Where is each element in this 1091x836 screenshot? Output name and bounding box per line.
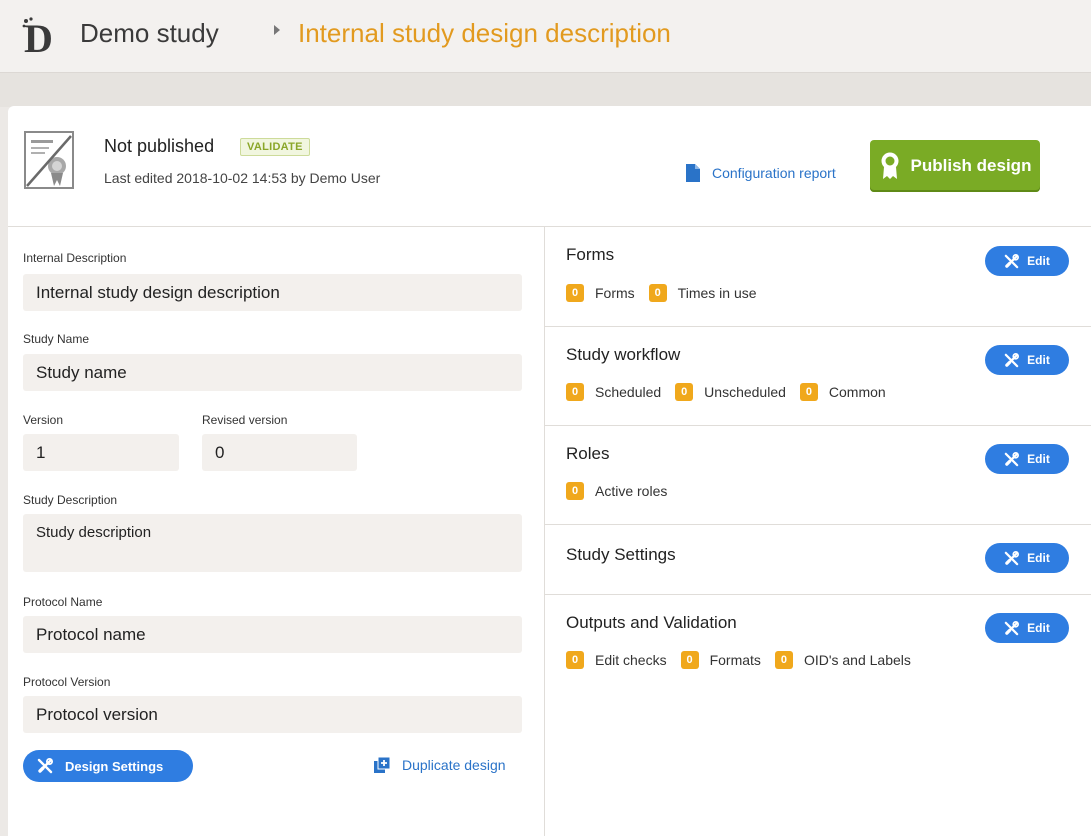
internal-description-field[interactable]: Internal study design description — [23, 274, 522, 311]
version-label: Version — [23, 413, 64, 427]
roles-stats: 0 Active roles — [566, 482, 681, 500]
active-roles-count-badge: 0 — [566, 482, 584, 500]
design-settings-button[interactable]: Design Settings — [23, 750, 193, 782]
edit-label: Edit — [1027, 254, 1050, 268]
forms-stats: 0 Forms 0 Times in use — [566, 284, 771, 302]
forms-section-title: Forms — [566, 245, 615, 264]
page-title: Internal study design description — [298, 18, 671, 48]
duplicate-design-label: Duplicate design — [402, 757, 506, 773]
award-ribbon-icon — [881, 152, 899, 179]
unscheduled-count-badge: 0 — [675, 383, 694, 401]
validate-button[interactable]: VALIDATE — [240, 138, 310, 156]
edit-label: Edit — [1027, 551, 1050, 565]
study-description-label: Study Description — [23, 493, 118, 507]
roles-section: Roles Edit 0 Active roles — [545, 426, 1091, 525]
version-field[interactable]: 1 — [23, 434, 179, 471]
outputs-stats: 0 Edit checks 0 Formats 0 OID's and Labe… — [566, 651, 925, 669]
workflow-stats: 0 Scheduled 0 Unscheduled 0 Common — [566, 383, 900, 401]
times-in-use-label: Times in use — [677, 285, 757, 301]
roles-edit-button[interactable]: Edit — [985, 444, 1069, 474]
document-icon — [686, 164, 700, 182]
common-label: Common — [828, 384, 886, 400]
edit-label: Edit — [1027, 621, 1050, 635]
edit-checks-label: Edit checks — [595, 652, 667, 668]
workflow-edit-button[interactable]: Edit — [985, 345, 1069, 375]
top-header: D Demo study Internal study design descr… — [0, 0, 1091, 73]
svg-text:D: D — [24, 16, 53, 58]
publish-status: Not published — [104, 136, 215, 156]
protocol-version-field[interactable]: Protocol version — [23, 696, 522, 733]
revised-version-label: Revised version — [202, 413, 288, 427]
design-details-form: Internal Description Internal study desi… — [8, 227, 544, 836]
configuration-report-label: Configuration report — [712, 165, 836, 181]
scheduled-count-badge: 0 — [566, 383, 584, 401]
formats-count-badge: 0 — [680, 651, 699, 669]
forms-edit-button[interactable]: Edit — [985, 246, 1069, 276]
forms-count-badge: 0 — [566, 284, 584, 302]
breadcrumb-chevron-icon — [274, 25, 280, 35]
unscheduled-label: Unscheduled — [704, 384, 786, 400]
design-card: Not published VALIDATE Last edited 2018-… — [8, 106, 1091, 836]
study-name-field[interactable]: Study name — [23, 354, 522, 391]
workflow-section-title: Study workflow — [566, 345, 681, 364]
outputs-edit-button[interactable]: Edit — [985, 613, 1069, 643]
tools-icon — [1004, 620, 1020, 635]
protocol-name-label: Protocol Name — [23, 595, 103, 609]
study-name-label: Study Name — [23, 332, 90, 346]
publish-design-button[interactable]: Publish design — [870, 140, 1040, 192]
common-count-badge: 0 — [799, 383, 818, 401]
tools-icon — [1004, 253, 1020, 268]
oids-labels-count-badge: 0 — [774, 651, 793, 669]
tools-icon — [37, 758, 53, 774]
revised-version-field[interactable]: 0 — [202, 434, 357, 471]
outputs-section-title: Outputs and Validation — [566, 613, 737, 632]
workflow-section: Study workflow Edit 0 Scheduled 0 Unsche… — [545, 327, 1091, 426]
sub-toolbar — [0, 73, 1091, 107]
edit-label: Edit — [1027, 353, 1050, 367]
scheduled-label: Scheduled — [595, 384, 662, 400]
edit-checks-count-badge: 0 — [566, 651, 584, 669]
duplicate-icon — [374, 757, 390, 773]
protocol-version-label: Protocol Version — [23, 675, 111, 689]
design-settings-label: Design Settings — [65, 758, 164, 774]
protocol-name-field[interactable]: Protocol name — [23, 616, 522, 653]
study-settings-edit-button[interactable]: Edit — [985, 543, 1069, 573]
app-logo-icon[interactable]: D — [20, 14, 60, 58]
times-in-use-count-badge: 0 — [648, 284, 667, 302]
certificate-unpublished-icon — [24, 131, 74, 189]
outputs-section: Outputs and Validation Edit 0 Edit check… — [545, 595, 1091, 695]
active-roles-label: Active roles — [595, 483, 668, 499]
last-edited-text: Last edited 2018-10-02 14:53 by Demo Use… — [104, 170, 381, 186]
publish-status-row: Not published VALIDATE Last edited 2018-… — [8, 106, 1091, 227]
formats-label: Formats — [709, 652, 761, 668]
study-settings-section: Study Settings Edit — [545, 525, 1091, 595]
roles-section-title: Roles — [566, 444, 610, 463]
oids-labels-label: OID's and Labels — [803, 652, 911, 668]
internal-description-label: Internal Description — [23, 251, 127, 265]
forms-count-label: Forms — [595, 285, 635, 301]
configuration-report-link[interactable]: Configuration report — [686, 164, 836, 182]
tools-icon — [1004, 352, 1020, 367]
breadcrumb-home[interactable]: Demo study — [80, 18, 219, 49]
tools-icon — [1004, 451, 1020, 466]
publish-design-label: Publish design — [910, 156, 1032, 175]
study-description-field[interactable]: Study description — [23, 514, 522, 572]
duplicate-design-link[interactable]: Duplicate design — [374, 757, 506, 773]
study-settings-section-title: Study Settings — [566, 545, 676, 564]
edit-label: Edit — [1027, 452, 1050, 466]
tools-icon — [1004, 550, 1020, 565]
forms-section: Forms Edit 0 Forms 0 Times in use — [545, 227, 1091, 327]
